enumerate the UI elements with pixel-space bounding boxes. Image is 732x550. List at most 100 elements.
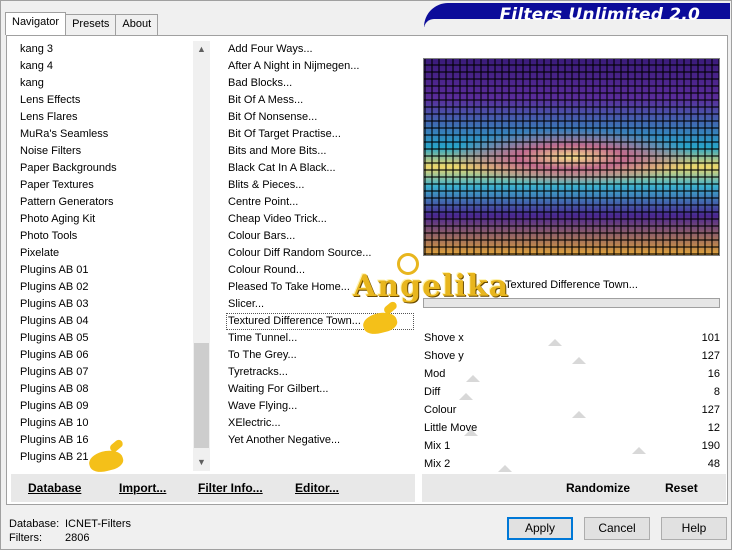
filter-info-button[interactable]: Filter Info...: [198, 481, 263, 495]
category-item[interactable]: kang 4: [18, 58, 191, 75]
left-button-strip: Database Import... Filter Info... Editor…: [11, 474, 415, 502]
filter-item[interactable]: Wave Flying...: [226, 398, 414, 415]
category-item[interactable]: kang 3: [18, 41, 191, 58]
filter-item[interactable]: Colour Diff Random Source...: [226, 245, 414, 262]
category-item[interactable]: Paper Textures: [18, 177, 191, 194]
slider-thumb[interactable]: [459, 393, 474, 400]
category-item[interactable]: Plugins AB 02: [18, 279, 191, 296]
tab-about[interactable]: About: [115, 14, 159, 35]
filter-item[interactable]: Add Four Ways...: [226, 41, 414, 58]
filter-item[interactable]: After A Night in Nijmegen...: [226, 58, 414, 75]
slider-thumb[interactable]: [572, 411, 586, 418]
category-item[interactable]: Plugins AB 16: [18, 432, 191, 449]
category-item[interactable]: Pattern Generators: [18, 194, 191, 211]
category-item[interactable]: Plugins AB 07: [18, 364, 191, 381]
slider-value: 127: [701, 404, 720, 416]
slider-row[interactable]: Mod 16: [422, 365, 720, 383]
slider-thumb[interactable]: [632, 447, 646, 454]
import-button[interactable]: Import...: [119, 481, 166, 495]
filter-list[interactable]: Add Four Ways... After A Night in Nijmege…: [226, 41, 414, 469]
reset-button[interactable]: Reset: [665, 481, 698, 495]
slider-value: 12: [707, 422, 720, 434]
filter-item[interactable]: Waiting For Gilbert...: [226, 381, 414, 398]
filter-item[interactable]: XElectric...: [226, 415, 414, 432]
scroll-thumb[interactable]: [194, 343, 209, 448]
slider-row[interactable]: Colour 127: [422, 401, 720, 419]
banner-title: Filters Unlimited 2.0: [499, 5, 700, 25]
apply-button[interactable]: Apply: [507, 517, 573, 540]
category-item[interactable]: Photo Tools: [18, 228, 191, 245]
database-button[interactable]: Database: [28, 481, 81, 495]
preview-image: [423, 58, 720, 256]
slider-value: 8: [713, 386, 720, 398]
slider-thumb[interactable]: [572, 357, 586, 364]
scroll-down-icon[interactable]: ▼: [193, 454, 210, 471]
slider-label: Mix 2: [424, 458, 451, 470]
category-scrollbar[interactable]: ▲ ▼: [193, 41, 210, 471]
category-list[interactable]: kang 3 kang 4 kang Lens Effects Lens Flares M…: [18, 41, 191, 469]
slider-row[interactable]: Diff 8: [422, 383, 720, 401]
slider-label: Diff: [424, 386, 441, 398]
category-item[interactable]: Plugins AB 01: [18, 262, 191, 279]
category-item[interactable]: kang: [18, 75, 191, 92]
slider-thumb[interactable]: [497, 465, 512, 472]
status-area: Database: ICNET-Filters Filters: 2806: [9, 517, 131, 545]
category-item[interactable]: Plugins AB 10: [18, 415, 191, 432]
slider-label: Mod: [424, 368, 446, 380]
slider-thumb[interactable]: [548, 339, 562, 346]
filter-item[interactable]: Time Tunnel...: [226, 330, 414, 347]
slider-value: 48: [707, 458, 720, 470]
filter-item[interactable]: Bits and More Bits...: [226, 143, 414, 160]
filter-item[interactable]: Tyretracks...: [226, 364, 414, 381]
slider-row[interactable]: Shove x 101: [422, 329, 720, 347]
slider-thumb[interactable]: [466, 375, 481, 382]
category-item[interactable]: Plugins AB 08: [18, 381, 191, 398]
slider-row[interactable]: Mix 1 190: [422, 437, 720, 455]
filter-item[interactable]: Bit Of Target Practise...: [226, 126, 414, 143]
category-item[interactable]: Plugins AB 06: [18, 347, 191, 364]
filter-item[interactable]: To The Grey...: [226, 347, 414, 364]
slider-row[interactable]: Mix 2 48: [422, 455, 720, 473]
editor-button[interactable]: Editor...: [295, 481, 339, 495]
database-value: ICNET-Filters: [65, 518, 131, 530]
filters-count-value: 2806: [65, 532, 90, 544]
help-button[interactable]: Help: [661, 517, 727, 540]
filter-item[interactable]: Yet Another Negative...: [226, 432, 414, 449]
filter-item[interactable]: Colour Bars...: [226, 228, 414, 245]
slider-row[interactable]: Little Move 12: [422, 419, 720, 437]
filter-item[interactable]: Bad Blocks...: [226, 75, 414, 92]
filter-item[interactable]: Centre Point...: [226, 194, 414, 211]
category-item[interactable]: Noise Filters: [18, 143, 191, 160]
filter-item[interactable]: Black Cat In A Black...: [226, 160, 414, 177]
category-item[interactable]: Plugins AB 04: [18, 313, 191, 330]
tab-navigator[interactable]: Navigator: [5, 12, 67, 35]
tab-presets[interactable]: Presets: [65, 14, 117, 35]
filter-item[interactable]: Blits & Pieces...: [226, 177, 414, 194]
slider-row[interactable]: Shove y 127: [422, 347, 720, 365]
slider-label: Mix 1: [424, 440, 451, 452]
banner: Filters Unlimited 2.0: [424, 3, 730, 27]
filter-item[interactable]: Bit Of A Mess...: [226, 92, 414, 109]
slider-label: Shove y: [424, 350, 464, 362]
category-item[interactable]: Lens Flares: [18, 109, 191, 126]
category-item[interactable]: Plugins AB 03: [18, 296, 191, 313]
category-item[interactable]: Plugins AB 05: [18, 330, 191, 347]
category-item[interactable]: MuRa's Seamless: [18, 126, 191, 143]
category-item[interactable]: Paper Backgrounds: [18, 160, 191, 177]
right-button-strip: Randomize Reset: [422, 474, 726, 502]
category-item[interactable]: Plugins AB 09: [18, 398, 191, 415]
slider-value: 190: [701, 440, 720, 452]
slider-value: 101: [701, 332, 720, 344]
scroll-up-icon[interactable]: ▲: [193, 41, 210, 58]
randomize-button[interactable]: Randomize: [566, 481, 630, 495]
filters-unlimited-window: Filters Unlimited 2.0 Navigator Presets …: [0, 0, 732, 550]
slider-value: 16: [707, 368, 720, 380]
slider-thumb[interactable]: [464, 429, 478, 436]
slider-value: 127: [701, 350, 720, 362]
filter-item[interactable]: Cheap Video Trick...: [226, 211, 414, 228]
category-item[interactable]: Photo Aging Kit: [18, 211, 191, 228]
filter-item[interactable]: Bit Of Nonsense...: [226, 109, 414, 126]
category-item[interactable]: Pixelate: [18, 245, 191, 262]
cancel-button[interactable]: Cancel: [584, 517, 650, 540]
category-item[interactable]: Lens Effects: [18, 92, 191, 109]
